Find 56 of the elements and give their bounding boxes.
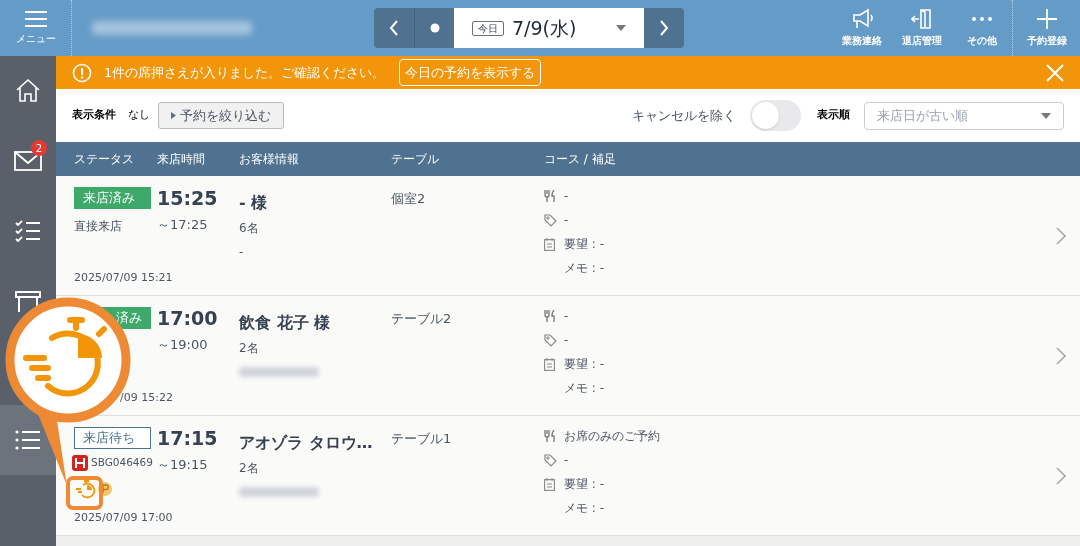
column-header: 来店時間 [157, 151, 206, 168]
show-today-button[interactable]: 今日の予約を表示する [399, 59, 542, 86]
course-text: お席のみのご予約 [564, 428, 660, 445]
guest-name: 飲食 花子 様 [239, 312, 332, 334]
created-time: 2025/07/09 15:21 [74, 269, 173, 286]
filter-value: なし [128, 107, 150, 124]
status-tag: 来店済み [74, 187, 151, 209]
table-name: テーブル1 [391, 430, 453, 448]
sort-label: 表示順 [817, 107, 850, 124]
reservation-id: SBG046469 [91, 455, 153, 471]
date-select[interactable]: 今日 7/9(水) [454, 8, 644, 48]
created-time: 2025/07/09 17:00 [74, 509, 173, 526]
memo-text: メモ : - [564, 500, 604, 517]
column-header: ステータス [73, 151, 135, 168]
status-tag: 来店待ち [74, 427, 151, 449]
toolbar-button[interactable]: 退店管理 [892, 0, 952, 56]
table-name: 個室2 [391, 190, 427, 208]
column-header: コース / 補足 [544, 151, 617, 168]
notice-message: 1件の席押さえが入りました。ご確認ください。 [104, 63, 386, 82]
created-time: /09 15:22 [120, 389, 173, 406]
tag-text: - [564, 212, 569, 229]
today-tag: 今日 [472, 20, 504, 36]
request-text: 要望 : - [564, 236, 604, 253]
count-badge: 2 [31, 140, 47, 156]
start-time: 15:25 [157, 187, 219, 209]
party-size: 6名 [239, 220, 260, 237]
toggle-label: キャンセルを除く [632, 106, 736, 125]
memo-text: メモ : - [564, 260, 604, 277]
filter-label: 表示条件 [72, 107, 116, 124]
column-header: お客様情報 [239, 151, 300, 168]
start-time: 17:15 [157, 427, 219, 449]
sort-select[interactable]: 来店日が古い順 [864, 101, 1064, 130]
course-text: - [564, 188, 569, 205]
memo-text: メモ : - [564, 380, 604, 397]
source-text: 直接来店 [74, 218, 122, 235]
request-text: 要望 : - [564, 476, 604, 493]
toolbar-button[interactable]: 業務連絡 [832, 0, 892, 56]
guest-name: アオゾラ タロウ… [239, 432, 374, 454]
column-header: テーブル [391, 151, 440, 168]
end-time: ～17:25 [157, 216, 209, 234]
tag-text: - [564, 452, 569, 469]
party-size: 2名 [239, 340, 260, 357]
course-text: - [564, 308, 569, 325]
end-time: ～19:15 [157, 456, 209, 474]
table-name: テーブル2 [391, 310, 453, 328]
request-text: 要望 : - [564, 356, 604, 373]
end-time: ～19:00 [157, 336, 209, 354]
party-size: 2名 [239, 460, 260, 477]
toolbar-button[interactable]: その他 [952, 0, 1012, 56]
tag-text: - [564, 332, 569, 349]
contact-text: - [239, 244, 245, 261]
guest-name: - 様 [239, 192, 269, 214]
date-text: 7/9(水) [512, 15, 577, 41]
filter-button[interactable]: 予約を絞り込む [158, 102, 284, 129]
sidebar-item[interactable]: 2 [0, 126, 56, 196]
start-time: 17:00 [157, 307, 219, 329]
